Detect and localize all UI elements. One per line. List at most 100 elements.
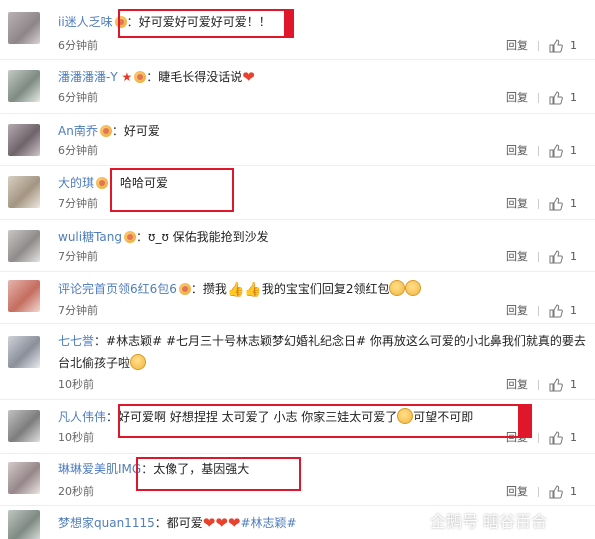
like-count: 1 <box>570 39 577 52</box>
smile-emoji-icon <box>405 280 422 296</box>
like-count: 1 <box>570 304 577 317</box>
divider <box>538 487 539 497</box>
comment-text: 都可爱 <box>166 516 203 530</box>
thumbs-up-icon[interactable] <box>549 485 563 499</box>
comment-time: 6分钟前 <box>58 39 98 52</box>
highlight-box <box>118 404 522 438</box>
comment-text: 好可爱 <box>123 124 160 138</box>
thumbs-up-icon[interactable] <box>549 304 563 318</box>
username-link[interactable]: wuli糖Tang <box>58 230 122 244</box>
like-count: 1 <box>570 378 577 391</box>
like-count: 1 <box>570 250 577 263</box>
thumbs-up-icon[interactable] <box>549 39 563 53</box>
vip-badge-icon <box>134 71 147 83</box>
like-count: 1 <box>570 197 577 210</box>
divider <box>538 433 539 443</box>
avatar[interactable] <box>8 230 40 262</box>
avatar[interactable] <box>8 336 40 368</box>
avatar[interactable] <box>8 12 40 44</box>
thumbs-up-icon[interactable] <box>549 144 563 158</box>
hashtag-link[interactable]: #林志颖# <box>241 516 297 530</box>
reply-button[interactable]: 回复 <box>506 250 528 264</box>
username-link[interactable]: 潘潘潘潘-Y <box>58 70 118 84</box>
comment-line-2: 台北偷孩子啦 <box>58 354 587 372</box>
avatar[interactable] <box>8 70 40 102</box>
highlight-bar <box>518 404 532 438</box>
thumbs-up-icon[interactable] <box>549 378 563 392</box>
smile-emoji-icon <box>389 280 406 296</box>
comment-time: 10秒前 <box>58 378 94 391</box>
comment-line: wuli糖Tang ：ʊ_ʊ 保佑我能抢到沙发 <box>58 230 269 244</box>
username-link[interactable]: 琳琳爱美肌IMG <box>58 462 141 476</box>
divider <box>538 306 539 316</box>
comment-time: 7分钟前 <box>58 197 98 210</box>
reply-button[interactable]: 回复 <box>506 485 528 499</box>
highlight-box <box>136 457 301 491</box>
comment-item: 评论完首页领6红6包6 ：攒我👍👍我的宝宝们回复2领红包 7分钟前 回复 1 <box>0 272 595 324</box>
thumbs-up-icon[interactable] <box>549 250 563 264</box>
comment-text-continued: 我的宝宝们回复2领红包 <box>261 282 390 296</box>
divider <box>538 252 539 262</box>
heart-icon: ❤ <box>227 514 241 532</box>
username-link[interactable]: 梦想家quan1115 <box>58 516 155 530</box>
avatar[interactable] <box>8 462 40 494</box>
comment-time: 7分钟前 <box>58 250 98 263</box>
username-link[interactable]: 评论完首页领6红6包6 <box>58 282 177 296</box>
comment-time: 20秒前 <box>58 485 94 498</box>
reply-button[interactable]: 回复 <box>506 91 528 105</box>
comment-item: 七七誉：#林志颖# #七月三十号林志颖梦幻婚礼纪念日# 你再放这么可爱的小北鼻我… <box>0 324 595 400</box>
thumbs-up-icon[interactable] <box>549 431 563 445</box>
like-count: 1 <box>570 431 577 444</box>
username-link[interactable]: An南乔 <box>58 124 98 138</box>
highlight-bar <box>284 9 294 38</box>
star-icon: ★ <box>121 70 133 84</box>
reply-button[interactable]: 回复 <box>506 304 528 318</box>
divider <box>538 199 539 209</box>
avatar[interactable] <box>8 124 40 156</box>
username-link[interactable]: 大的琪 <box>58 176 94 190</box>
like-count: 1 <box>570 485 577 498</box>
reply-button[interactable]: 回复 <box>506 144 528 158</box>
like-count: 1 <box>570 144 577 157</box>
heart-icon: ❤ <box>202 514 216 532</box>
highlight-box <box>118 9 293 38</box>
comment-item: ii迷人乏味 ：好可爱好可爱好可爱！！ 6分钟前 回复 1 <box>0 0 595 60</box>
heart-icon: ❤ <box>215 514 228 532</box>
comment-line: 潘潘潘潘-Y ★ ：睫毛长得没话说❤ <box>58 68 255 86</box>
divider <box>538 93 539 103</box>
username-link[interactable]: 七七誉 <box>58 334 94 348</box>
reply-button[interactable]: 回复 <box>506 197 528 211</box>
comment-text: ʊ_ʊ 保佑我能抢到沙发 <box>148 230 269 244</box>
comment-time: 6分钟前 <box>58 144 98 157</box>
thumbs-up-icon[interactable] <box>549 91 563 105</box>
divider <box>538 380 539 390</box>
comment-text: 攒我 <box>202 282 227 296</box>
divider <box>538 41 539 51</box>
smile-emoji-icon <box>130 354 147 370</box>
comment-line: 评论完首页领6红6包6 ：攒我👍👍我的宝宝们回复2领红包 <box>58 280 587 299</box>
comment-item: wuli糖Tang ：ʊ_ʊ 保佑我能抢到沙发 7分钟前 回复 1 <box>0 220 595 272</box>
thumbs-up-emoji-icon: 👍 <box>226 282 245 298</box>
avatar[interactable] <box>8 410 40 442</box>
comment-item: 潘潘潘潘-Y ★ ：睫毛长得没话说❤ 6分钟前 回复 1 <box>0 60 595 114</box>
vip-badge-icon <box>124 231 137 243</box>
username-link[interactable]: ii迷人乏味 <box>58 15 113 29</box>
vip-badge-icon <box>99 125 112 137</box>
divider <box>538 146 539 156</box>
highlight-box <box>110 168 234 212</box>
reply-button[interactable]: 回复 <box>506 378 528 392</box>
reply-button[interactable]: 回复 <box>506 39 528 53</box>
comment-text: #林志颖# #七月三十号林志颖梦幻婚礼纪念日# 你再放这么可爱的小北鼻我们就真的… <box>106 334 586 348</box>
penguin-logo-icon <box>404 510 426 532</box>
comment-time: 7分钟前 <box>58 304 98 317</box>
watermark: 企鹅号 瞎谷百合 <box>404 508 547 532</box>
comment-time: 10秒前 <box>58 431 94 444</box>
comment-line: 七七誉：#林志颖# #七月三十号林志颖梦幻婚礼纪念日# 你再放这么可爱的小北鼻我… <box>58 334 586 348</box>
comment-item: 大的琪 ：哈哈可爱 7分钟前 回复 1 <box>0 166 595 220</box>
username-link[interactable]: 凡人伟伟 <box>58 410 106 424</box>
heart-icon: ❤ <box>242 68 255 86</box>
thumbs-up-icon[interactable] <box>549 197 563 211</box>
avatar[interactable] <box>8 510 40 539</box>
avatar[interactable] <box>8 280 40 312</box>
avatar[interactable] <box>8 176 40 208</box>
